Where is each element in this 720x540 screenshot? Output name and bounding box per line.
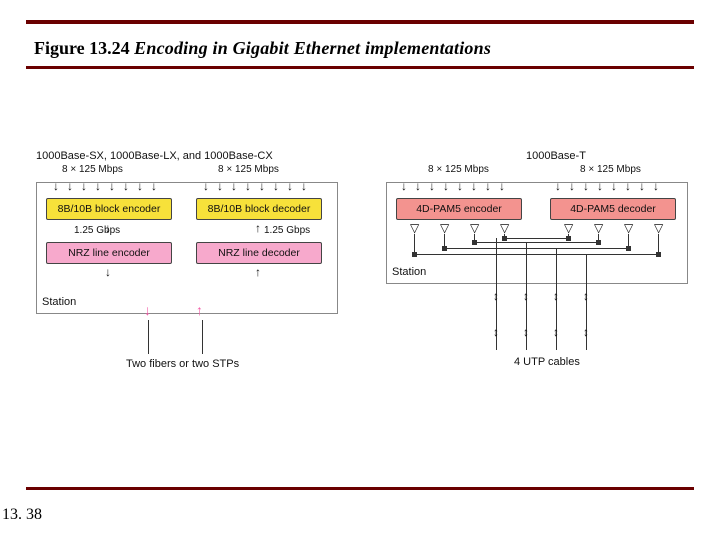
bidir-arrow-icon: ↕ bbox=[552, 326, 560, 338]
title-underline bbox=[26, 66, 694, 69]
left-station-label: Station bbox=[42, 296, 76, 308]
wire-node bbox=[596, 240, 601, 245]
arrow-down-icon: ↓ bbox=[596, 180, 604, 192]
bidir-arrow-icon: ↕ bbox=[492, 326, 500, 338]
arrow-out-icon: ▽ bbox=[654, 222, 662, 234]
right-top-rate-b: 8 × 125 Mbps bbox=[580, 164, 641, 175]
right-pam5-encoder: 4D-PAM5 encoder bbox=[396, 198, 522, 220]
bidir-arrow-icon: ↕ bbox=[522, 326, 530, 338]
arrow-down-icon: ↓ bbox=[456, 180, 464, 192]
wire-node bbox=[656, 252, 661, 257]
arrow-out-icon: ▽ bbox=[594, 222, 602, 234]
figure-title-row: Figure 13.24 Encoding in Gigabit Etherne… bbox=[34, 38, 491, 59]
bidir-arrow-icon: ↕ bbox=[582, 290, 590, 302]
arrow-down-icon: ↓ bbox=[428, 180, 436, 192]
bottom-rule bbox=[26, 487, 694, 490]
bidir-arrow-icon: ↕ bbox=[552, 290, 560, 302]
arrow-down-icon: ↓ bbox=[300, 180, 308, 192]
arrow-down-icon: ↓ bbox=[122, 180, 130, 192]
arrow-out-icon: ▽ bbox=[470, 222, 478, 234]
arrow-down-icon: ↓ bbox=[272, 180, 280, 192]
right-station-label: Station bbox=[392, 266, 426, 278]
arrow-down-icon: ↓ bbox=[568, 180, 576, 192]
arrow-down-icon: ↓ bbox=[470, 180, 478, 192]
right-cables-label: 4 UTP cables bbox=[514, 356, 580, 368]
arrow-down-icon: ↓ bbox=[624, 180, 632, 192]
left-mid-rate-b: 1.25 Gbps bbox=[264, 225, 310, 236]
arrow-down-icon: ↓ bbox=[136, 180, 144, 192]
bidir-arrow-icon: ↕ bbox=[492, 290, 500, 302]
arrow-out-icon: ▽ bbox=[440, 222, 448, 234]
fiber-line bbox=[202, 320, 203, 354]
left-panel-header: 1000Base-SX, 1000Base-LX, and 1000Base-C… bbox=[36, 150, 273, 162]
arrow-down-icon: ↓ bbox=[230, 180, 238, 192]
arrow-down-icon: ↓ bbox=[498, 180, 506, 192]
arrow-out-icon: ▽ bbox=[564, 222, 572, 234]
fiber-rx-icon: ↑ bbox=[196, 302, 203, 318]
right-pam5-decoder: 4D-PAM5 decoder bbox=[550, 198, 676, 220]
arrow-down-icon: ↓ bbox=[244, 180, 252, 192]
left-mid-rate-a: 1.25 Gbps bbox=[74, 225, 120, 236]
wire-node bbox=[626, 246, 631, 251]
left-line-decoder: NRZ line decoder bbox=[196, 242, 322, 264]
arrow-down-icon: ↓ bbox=[414, 180, 422, 192]
page-number: 13. 38 bbox=[2, 506, 42, 524]
figure-label: Figure 13.24 bbox=[34, 38, 130, 58]
arrow-down-icon: ↓ bbox=[94, 180, 102, 192]
wire bbox=[414, 234, 415, 254]
left-block-encoder: 8B/10B block encoder bbox=[46, 198, 172, 220]
right-panel-header: 1000Base-T bbox=[526, 150, 586, 162]
fiber-tx-icon: ↓ bbox=[144, 302, 151, 318]
arrow-out-icon: ▽ bbox=[410, 222, 418, 234]
wire-node bbox=[442, 246, 447, 251]
wire bbox=[414, 254, 658, 255]
arrow-down-icon: ↓ bbox=[104, 266, 112, 278]
arrow-down-icon: ↓ bbox=[202, 180, 210, 192]
left-line-encoder: NRZ line encoder bbox=[46, 242, 172, 264]
left-top-rate-a: 8 × 125 Mbps bbox=[62, 164, 123, 175]
wire bbox=[474, 242, 598, 243]
left-top-rate-b: 8 × 125 Mbps bbox=[218, 164, 279, 175]
arrow-down-icon: ↓ bbox=[66, 180, 74, 192]
arrow-down-icon: ↓ bbox=[216, 180, 224, 192]
right-top-rate-a: 8 × 125 Mbps bbox=[428, 164, 489, 175]
wire-node bbox=[472, 240, 477, 245]
arrow-down-icon: ↓ bbox=[150, 180, 158, 192]
arrow-out-icon: ▽ bbox=[624, 222, 632, 234]
wire bbox=[444, 248, 628, 249]
fiber-line bbox=[148, 320, 149, 354]
arrow-up-icon: ↑ bbox=[254, 266, 262, 278]
wire-node bbox=[566, 236, 571, 241]
wire-node bbox=[412, 252, 417, 257]
arrow-down-icon: ↓ bbox=[108, 180, 116, 192]
arrow-up-icon: ↑ bbox=[254, 222, 262, 234]
arrow-down-icon: ↓ bbox=[400, 180, 408, 192]
left-block-decoder: 8B/10B block decoder bbox=[196, 198, 322, 220]
bidir-arrow-icon: ↕ bbox=[522, 290, 530, 302]
arrow-down-icon: ↓ bbox=[610, 180, 618, 192]
arrow-down-icon: ↓ bbox=[582, 180, 590, 192]
arrow-down-icon: ↓ bbox=[80, 180, 88, 192]
arrow-down-icon: ↓ bbox=[442, 180, 450, 192]
arrow-down-icon: ↓ bbox=[652, 180, 660, 192]
figure-title-text: Encoding in Gigabit Ethernet implementat… bbox=[134, 38, 491, 58]
wire-node bbox=[502, 236, 507, 241]
arrow-down-icon: ↓ bbox=[258, 180, 266, 192]
wire bbox=[504, 238, 568, 239]
arrow-down-icon: ↓ bbox=[286, 180, 294, 192]
left-cables-label: Two fibers or two STPs bbox=[126, 358, 239, 370]
bidir-arrow-icon: ↕ bbox=[582, 326, 590, 338]
arrow-down-icon: ↓ bbox=[554, 180, 562, 192]
arrow-down-icon: ↓ bbox=[638, 180, 646, 192]
top-rule bbox=[26, 20, 694, 24]
wire bbox=[658, 234, 659, 254]
arrow-down-icon: ↓ bbox=[484, 180, 492, 192]
arrow-out-icon: ▽ bbox=[500, 222, 508, 234]
arrow-down-icon: ↓ bbox=[52, 180, 60, 192]
